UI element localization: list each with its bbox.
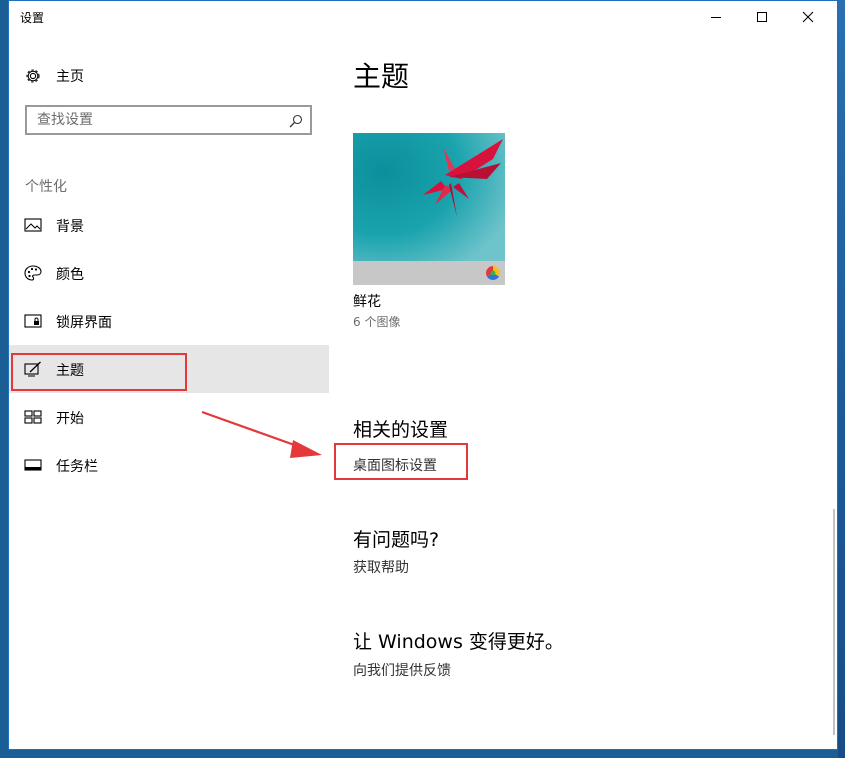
arrow-icon — [201, 410, 322, 458]
